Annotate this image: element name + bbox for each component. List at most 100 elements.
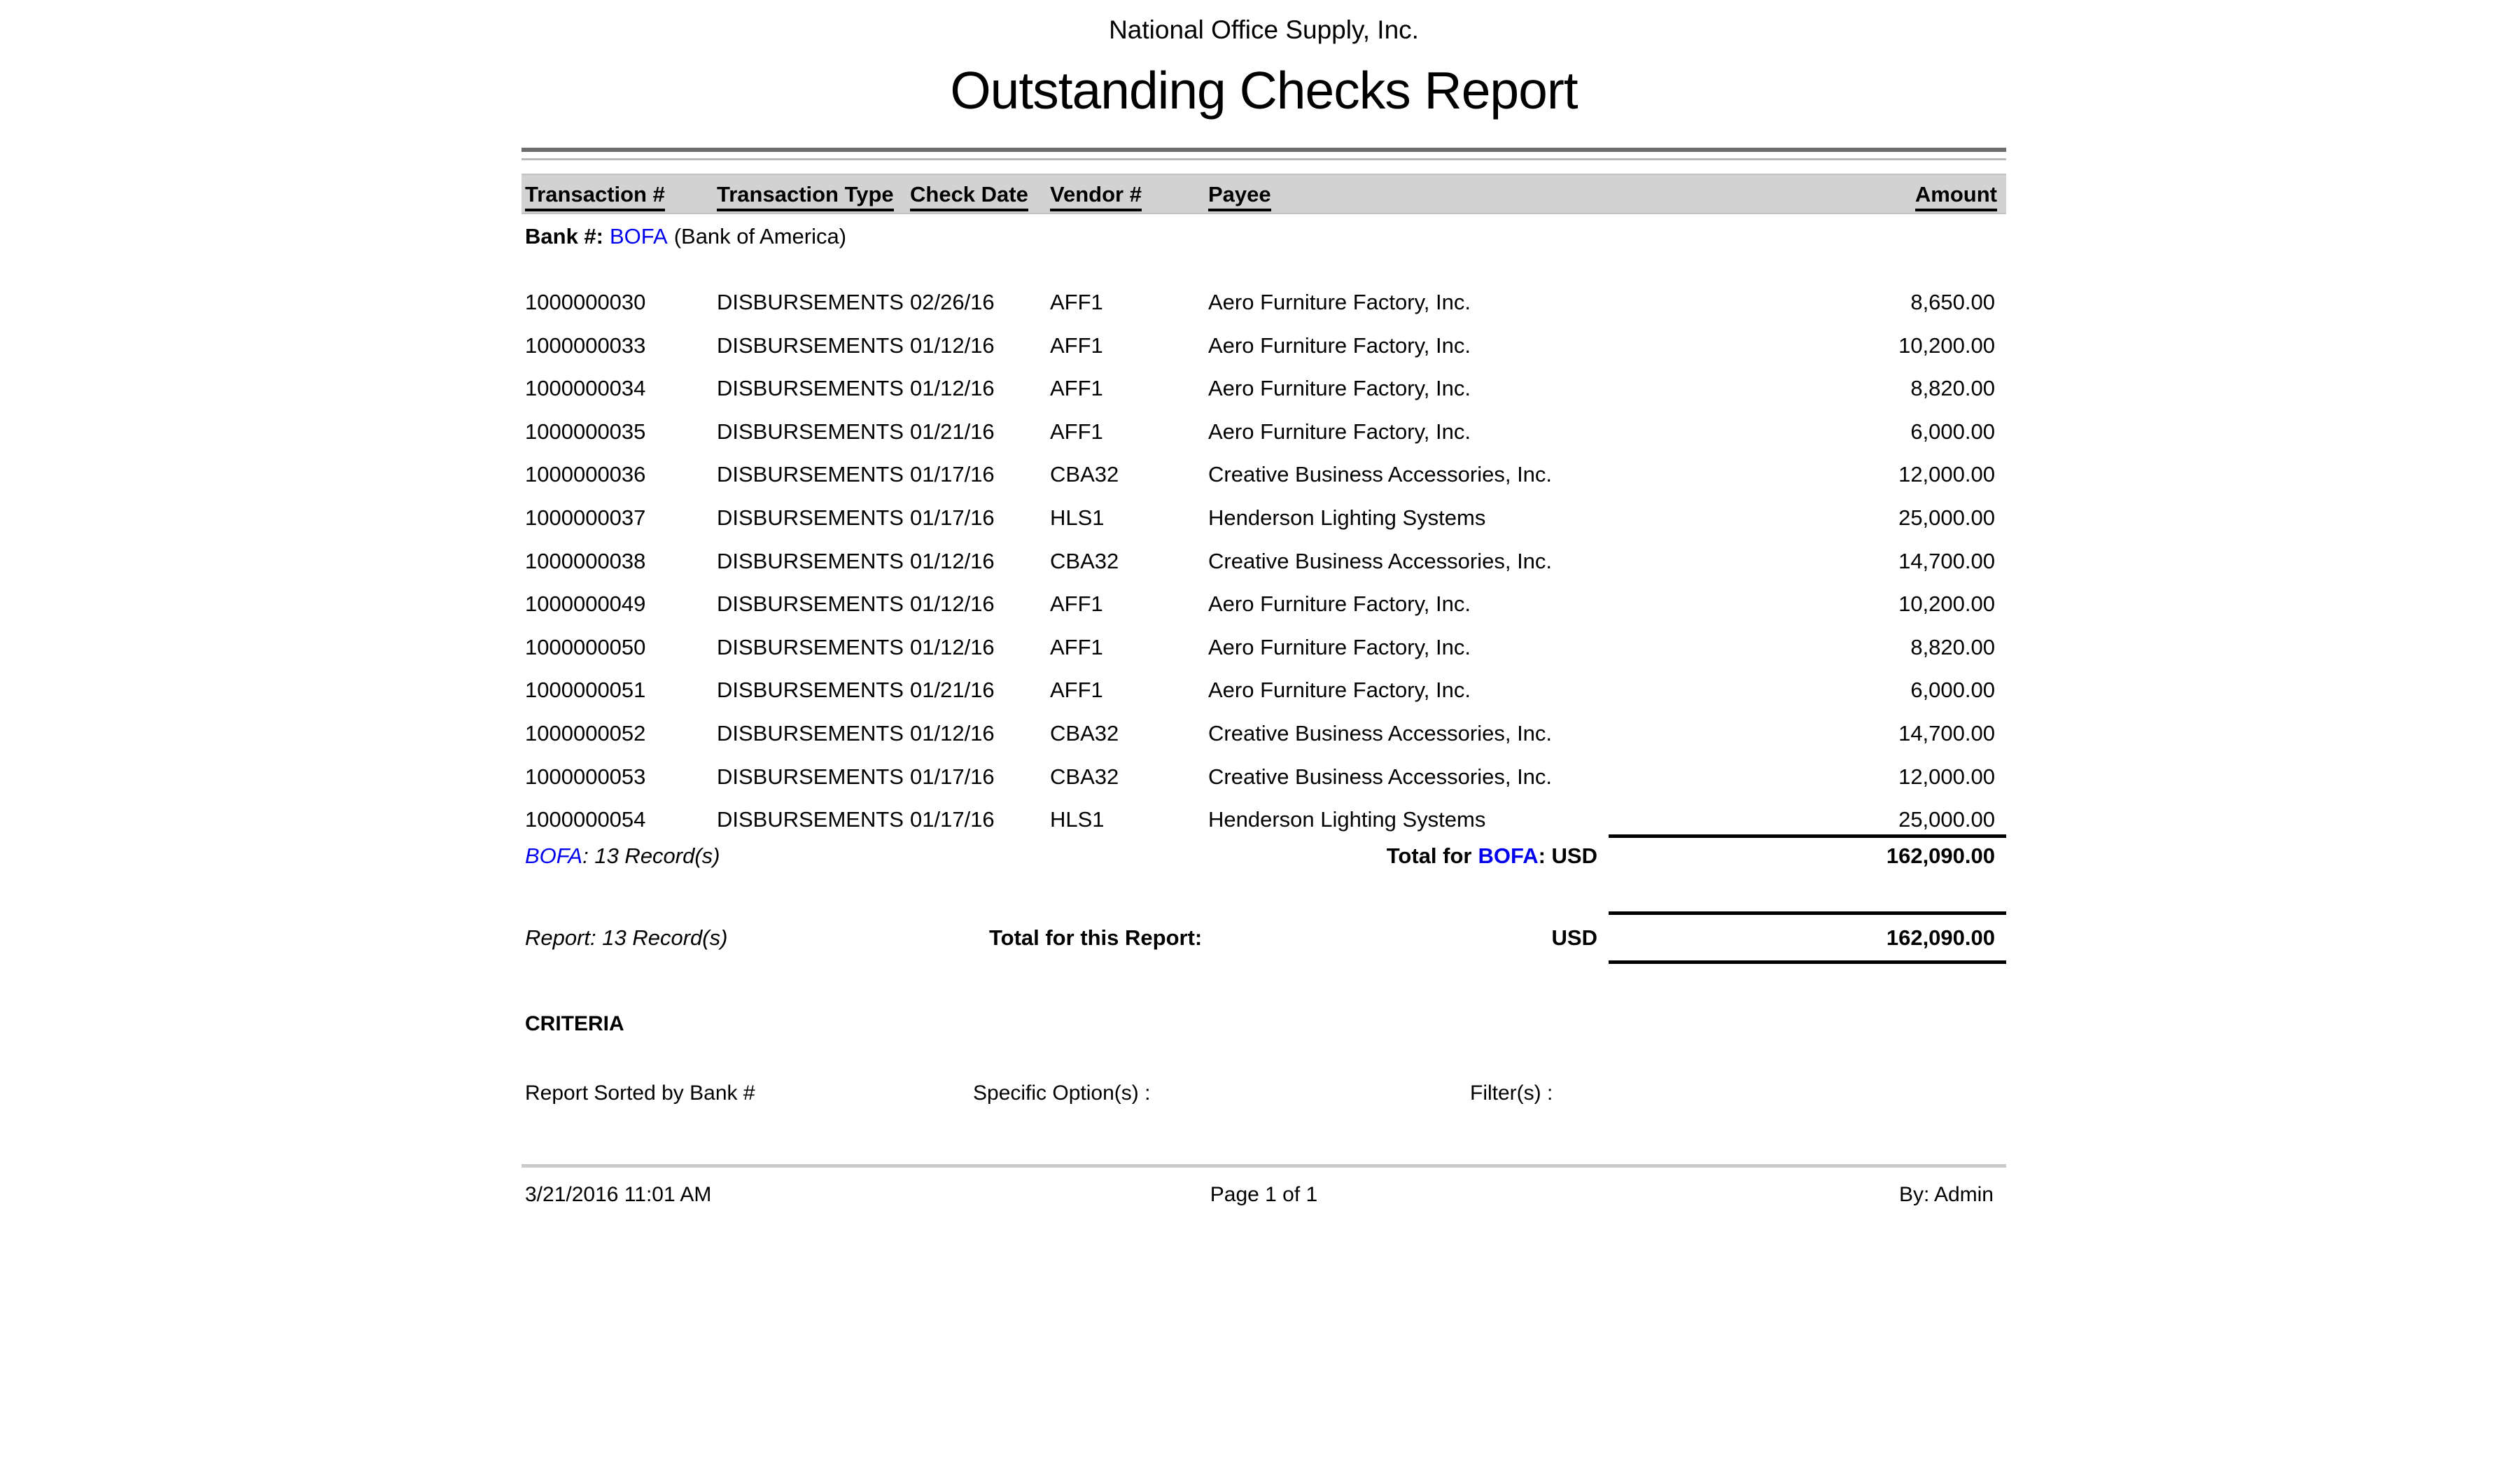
cell-amount: 14,700.00 (1898, 549, 1995, 574)
cell-transaction-type: DISBURSEMENTS (717, 505, 904, 531)
cell-payee: Aero Furniture Factory, Inc. (1208, 419, 1471, 444)
cell-transaction-number: 1000000033 (525, 333, 645, 358)
cell-transaction-type: DISBURSEMENTS (717, 764, 904, 790)
cell-vendor-number: AFF1 (1050, 333, 1103, 358)
cell-check-date: 01/12/16 (910, 333, 995, 358)
bank-total-label: Total forBOFA: USD (1387, 844, 1597, 869)
report-record-count: Report: 13 Record(s) (525, 925, 727, 951)
criteria-heading: CRITERIA (525, 1012, 624, 1036)
cell-amount: 6,000.00 (1910, 678, 1995, 703)
cell-transaction-number: 1000000050 (525, 635, 645, 660)
column-header-payee: Payee (1208, 182, 1271, 211)
cell-transaction-number: 1000000036 (525, 462, 645, 487)
cell-transaction-type: DISBURSEMENTS (717, 549, 904, 574)
table-row: 1000000036DISBURSEMENTS01/17/16CBA32Crea… (522, 459, 2006, 503)
cell-transaction-type: DISBURSEMENTS (717, 376, 904, 401)
report-total-amount: 162,090.00 (1886, 925, 1995, 951)
cell-transaction-type: DISBURSEMENTS (717, 333, 904, 358)
cell-transaction-type: DISBURSEMENTS (717, 462, 904, 487)
cell-amount: 25,000.00 (1898, 505, 1995, 531)
cell-vendor-number: AFF1 (1050, 376, 1103, 401)
criteria-filters: Filter(s) : (1470, 1082, 1553, 1105)
bank-label: Bank #: (525, 224, 603, 248)
table-row: 1000000051DISBURSEMENTS01/21/16AFF1Aero … (522, 675, 2006, 718)
table-row: 1000000050DISBURSEMENTS01/12/16AFF1Aero … (522, 632, 2006, 676)
cell-amount: 8,820.00 (1910, 635, 1995, 660)
cell-vendor-number: CBA32 (1050, 549, 1119, 574)
cell-check-date: 01/12/16 (910, 376, 995, 401)
cell-payee: Aero Furniture Factory, Inc. (1208, 635, 1471, 660)
cell-transaction-type: DISBURSEMENTS (717, 419, 904, 444)
bank-record-count: BOFA: 13 Record(s) (525, 844, 720, 869)
cell-transaction-number: 1000000037 (525, 505, 645, 531)
cell-transaction-type: DISBURSEMENTS (717, 678, 904, 703)
cell-amount: 6,000.00 (1910, 419, 1995, 444)
table-row: 1000000052DISBURSEMENTS01/12/16CBA32Crea… (522, 718, 2006, 762)
table-row: 1000000037 DISBURSEMENTS01/17/16 HLS1 Hende… (522, 503, 2006, 546)
page-title: Outstanding Checks Report (522, 60, 2006, 120)
cell-payee: Aero Furniture Factory, Inc. (1208, 333, 1471, 358)
column-header-transaction-type: Transaction Type (717, 182, 894, 211)
criteria-specific-options: Specific Option(s) : (973, 1082, 1150, 1105)
bank-code-link[interactable]: BOFA (1478, 844, 1538, 868)
cell-vendor-number: HLS1 (1050, 505, 1105, 531)
table-body: 1000000030DISBURSEMENTS02/26/16AFF1Aero … (522, 287, 2006, 848)
bank-code-link[interactable]: BOFA (610, 224, 668, 248)
column-header-amount: Amount (1915, 182, 1997, 211)
cell-transaction-number: 1000000030 (525, 290, 645, 315)
cell-vendor-number: CBA32 (1050, 764, 1119, 790)
criteria-sort-order: Report Sorted by Bank # (525, 1082, 755, 1105)
cell-check-date: 01/12/16 (910, 549, 995, 574)
cell-amount: 12,000.00 (1898, 764, 1995, 790)
report-total-label: Total for this Report: (989, 925, 1202, 951)
footer-page-number: Page 1 of 1 (522, 1183, 2006, 1207)
cell-payee: Aero Furniture Factory, Inc. (1208, 678, 1471, 703)
cell-payee: Henderson Lighting Systems (1208, 807, 1485, 832)
cell-check-date: 01/17/16 (910, 764, 995, 790)
cell-transaction-type: DISBURSEMENTS (717, 290, 904, 315)
cell-payee: Aero Furniture Factory, Inc. (1208, 376, 1471, 401)
title-rule-dark (522, 148, 2006, 152)
cell-payee: Creative Business Accessories, Inc. (1208, 721, 1552, 746)
cell-amount: 8,650.00 (1910, 290, 1995, 315)
cell-amount: 25,000.00 (1898, 807, 1995, 832)
report-total-rule-bottom (1609, 960, 2006, 964)
cell-transaction-number: 1000000053 (525, 764, 645, 790)
cell-transaction-number: 1000000051 (525, 678, 645, 703)
table-row: 1000000054DISBURSEMENTS01/17/16HLS1Hende… (522, 804, 2006, 848)
footer-printed-by: By: Admin (1899, 1183, 1994, 1207)
cell-amount: 12,000.00 (1898, 462, 1995, 487)
cell-check-date: 02/26/16 (910, 290, 995, 315)
cell-vendor-number: AFF1 (1050, 592, 1103, 617)
table-row: 1000000049DISBURSEMENTS01/12/16AFF1Aero … (522, 589, 2006, 632)
cell-check-date: 01/12/16 (910, 592, 995, 617)
cell-transaction-number: 1000000035 (525, 419, 645, 444)
bank-code-link[interactable]: BOFA (525, 844, 582, 868)
cell-check-date: 01/12/16 (910, 635, 995, 660)
cell-check-date: 01/17/16 (910, 462, 995, 487)
bank-total-row: BOFA: 13 Record(s) Total forBOFA: USD 16… (522, 844, 2006, 874)
company-name: National Office Supply, Inc. (522, 15, 2006, 45)
bank-total-amount: 162,090.00 (1886, 844, 1995, 869)
cell-check-date: 01/17/16 (910, 807, 995, 832)
cell-transaction-type: DISBURSEMENTS (717, 592, 904, 617)
report-total-currency: USD (1552, 925, 1597, 951)
cell-check-date: 01/17/16 (910, 505, 995, 531)
footer-rule (522, 1164, 2006, 1168)
cell-payee: Henderson Lighting Systems (1208, 505, 1485, 531)
cell-vendor-number: CBA32 (1050, 462, 1119, 487)
cell-transaction-number: 1000000052 (525, 721, 645, 746)
cell-transaction-number: 1000000034 (525, 376, 645, 401)
cell-check-date: 01/21/16 (910, 678, 995, 703)
table-row: 1000000053DISBURSEMENTS01/17/16CBA32Crea… (522, 762, 2006, 805)
outstanding-checks-report: National Office Supply, Inc. Outstanding… (522, 0, 2006, 1470)
cell-vendor-number: HLS1 (1050, 807, 1105, 832)
bank-name: (Bank of America) (674, 224, 846, 248)
cell-transaction-type: DISBURSEMENTS (717, 721, 904, 746)
cell-transaction-number: 1000000038 (525, 549, 645, 574)
title-rule-light (522, 158, 2006, 160)
cell-amount: 10,200.00 (1898, 592, 1995, 617)
cell-vendor-number: CBA32 (1050, 721, 1119, 746)
table-header-row: Transaction # Transaction Type Check Dat… (522, 174, 2006, 214)
bank-group-header: Bank #: BOFA(Bank of America) (525, 224, 846, 249)
